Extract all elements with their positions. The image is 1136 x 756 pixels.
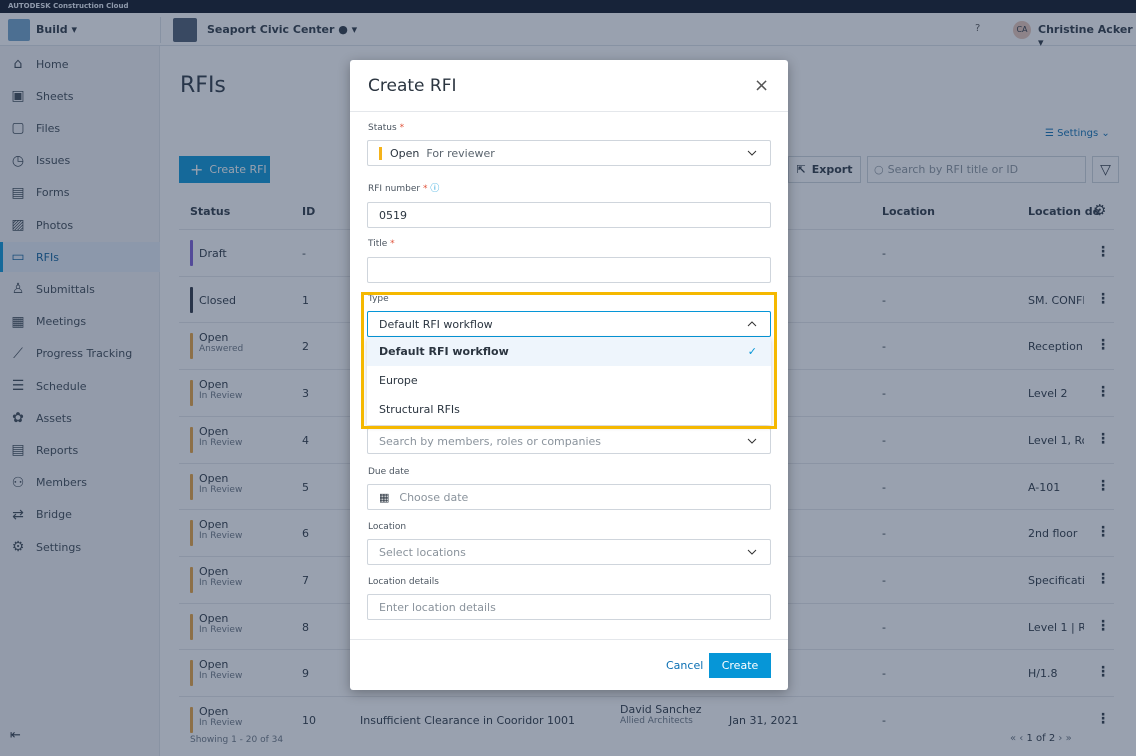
- due-date-label: Due date: [368, 467, 410, 477]
- highlight-box: [361, 292, 777, 429]
- assignee-search-input[interactable]: Search by members, roles or companies: [367, 428, 771, 454]
- location-label: Location: [368, 522, 407, 532]
- close-icon[interactable]: ×: [754, 75, 769, 96]
- chevron-down-icon: [747, 438, 757, 444]
- create-button[interactable]: Create: [709, 653, 771, 678]
- location-select[interactable]: Select locations: [367, 539, 771, 565]
- cancel-button[interactable]: Cancel: [666, 659, 703, 672]
- create-rfi-dialog: Create RFI × Status * Open For reviewer …: [350, 60, 788, 690]
- dialog-title: Create RFI: [368, 76, 457, 96]
- rfi-number-input[interactable]: 0519: [367, 202, 771, 228]
- status-select[interactable]: Open For reviewer: [367, 140, 771, 166]
- chevron-down-icon: [747, 150, 757, 156]
- calendar-icon: ▦: [379, 490, 390, 504]
- location-details-input[interactable]: Enter location details: [367, 594, 771, 620]
- info-icon[interactable]: ⓘ: [430, 184, 439, 194]
- chevron-down-icon: [747, 549, 757, 555]
- due-date-input[interactable]: ▦ Choose date: [367, 484, 771, 510]
- location-details-label: Location details: [368, 577, 439, 587]
- title-input[interactable]: [367, 257, 771, 283]
